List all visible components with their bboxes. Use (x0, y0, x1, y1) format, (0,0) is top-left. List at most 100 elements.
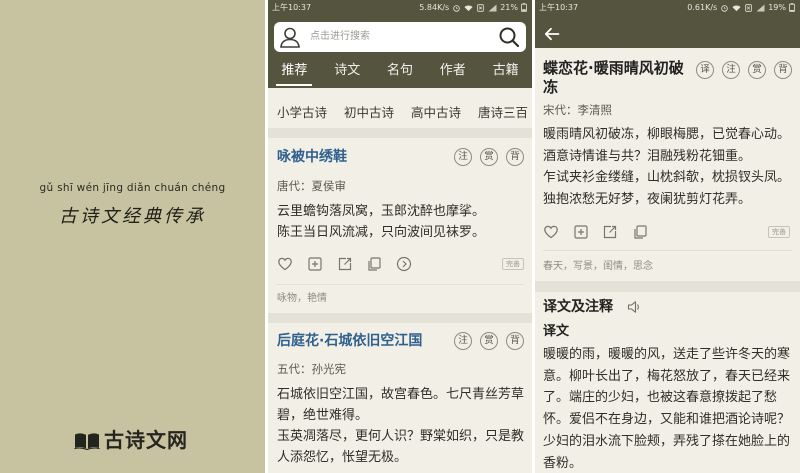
status-time: 上午10:37 (539, 3, 579, 12)
alarm-icon (452, 4, 461, 12)
section-separator (535, 281, 800, 292)
poem-tags[interactable]: 咏物，艳情 (277, 293, 327, 305)
slogan-pinyin: gǔ shī wén jīng diǎn chuán chéng (39, 182, 226, 194)
tab-label: 名句 (386, 63, 413, 78)
app-logo: 古诗文网 (74, 428, 188, 452)
search-placeholder[interactable]: 点击进行搜索 (310, 31, 370, 43)
share-icon[interactable] (602, 224, 618, 240)
detail-header: 上午10:37 0.61K/s 19% (535, 0, 800, 48)
status-bar: 上午10:37 0.61K/s 19% (535, 0, 800, 15)
signal-icon (756, 4, 765, 12)
slogan: 古诗文经典传承 (59, 206, 206, 227)
add-icon[interactable] (307, 256, 323, 272)
poem-line: 暖雨晴风初破冻，柳眼梅腮，已觉春心动。 (543, 127, 791, 142)
poem-body: 云里蟾钩落凤窝，玉郎沈醉也摩挲。 陈王当日风流减，只向波间见袜罗。 (277, 201, 527, 243)
heart-icon[interactable] (543, 224, 559, 240)
status-time: 上午10:37 (272, 3, 312, 12)
home-header: 上午10:37 5.84K/s 21% 点击进行搜索 推荐 诗文 名句 作者 古… (268, 0, 532, 88)
poem-tags[interactable]: 春天，写景，闺情，思念 (543, 261, 653, 273)
annotation-button[interactable]: 注 (722, 61, 740, 79)
poem-line: 酒意诗情谁与共？泪融残粉花钿重。 (543, 148, 752, 164)
tab-bar: 推荐 诗文 名句 作者 古籍 (268, 60, 532, 86)
splash-screen: gǔ shī wén jīng diǎn chuán chéng 古诗文经典传承… (0, 0, 265, 473)
translation-text: 暖暖的雨，暖暖的风，送走了些许冬天的寒意。柳叶长出了，梅花怒放了，春天已经来了。… (543, 347, 791, 471)
alarm-icon (720, 4, 729, 12)
poem-card[interactable]: 后庭花·石城依旧空江国 注 赏 背 五代：孙光宪 石城依旧空江国，故宫春色。七尺… (268, 323, 532, 473)
translation-heading: 译文 (543, 324, 570, 339)
speaker-icon[interactable] (627, 300, 641, 314)
network-speed: 0.61K/s (687, 3, 718, 12)
section-separator (268, 128, 532, 138)
home-screen: 上午10:37 5.84K/s 21% 点击进行搜索 推荐 诗文 名句 作者 古… (268, 0, 532, 473)
poem-line: 玉英凋落尽，更何人识？野棠如织，只是教人添怨忆，怅望无极。 (277, 429, 525, 465)
status-bar: 上午10:37 5.84K/s 21% (268, 0, 532, 15)
poem-title: 蝶恋花·暖雨晴风初破冻 (543, 59, 684, 96)
poem-title[interactable]: 咏被中绣鞋 (277, 148, 347, 166)
recite-button[interactable]: 背 (774, 61, 792, 79)
poem-line: 陈王当日风流减，只向波间见袜罗。 (277, 225, 486, 240)
poem-body: 暖雨晴风初破冻，柳眼梅腮，已觉春心动。 酒意诗情谁与共？泪融残粉花钿重。 乍试夹… (543, 124, 795, 210)
poem-author[interactable]: 五代：孙光宪 (277, 362, 346, 376)
battery-icon (789, 3, 795, 12)
section-title: 译文及注释 (543, 299, 613, 315)
annotation-button[interactable]: 注 (454, 332, 472, 350)
wifi-icon (732, 4, 741, 12)
logo-text: 古诗文网 (104, 428, 188, 452)
category-middle-school[interactable]: 初中古诗 (344, 105, 394, 121)
signal-icon (488, 4, 497, 12)
poem-detail-screen: 上午10:37 0.61K/s 19% 蝶恋花·暖雨晴风初破冻 译 注 赏 背 … (535, 0, 800, 473)
annotation-button[interactable]: 注 (454, 148, 472, 166)
more-icon[interactable] (396, 256, 412, 272)
poem-line: 乍试夹衫金缕缝，山枕斜欹，枕损钗头凤。 (543, 170, 791, 185)
back-arrow-icon[interactable] (544, 26, 560, 42)
appreciation-button[interactable]: 赏 (480, 332, 498, 350)
no-sim-icon (744, 3, 753, 12)
category-primary-school[interactable]: 小学古诗 (277, 105, 327, 121)
poem-author[interactable]: 宋代：李清照 (543, 103, 612, 117)
recite-button[interactable]: 背 (506, 332, 524, 350)
copy-icon[interactable] (366, 256, 382, 272)
search-icon[interactable] (497, 25, 521, 49)
wifi-icon (464, 4, 473, 12)
poem-card[interactable]: 咏被中绣鞋 注 赏 背 唐代：夏侯审 云里蟾钩落凤窝，玉郎沈醉也摩挲。 陈王当日… (268, 138, 532, 313)
tab-label: 古籍 (492, 63, 519, 78)
appreciation-button[interactable]: 赏 (480, 148, 498, 166)
section-separator (268, 313, 532, 323)
tab-famous-lines[interactable]: 名句 (374, 60, 427, 84)
recite-button[interactable]: 背 (506, 148, 524, 166)
category-high-school[interactable]: 高中古诗 (411, 105, 461, 121)
book-icon (74, 431, 100, 450)
tab-authors[interactable]: 作者 (426, 60, 479, 84)
poem-body: 石城依旧空江国，故宫春色。七尺青丝芳草碧，绝世难得。 玉英凋落尽，更何人识？野棠… (277, 384, 527, 468)
poem-author[interactable]: 唐代：夏侯审 (277, 179, 346, 193)
status-indicators: 5.84K/s 21% (419, 0, 527, 15)
tab-classics[interactable]: 古籍 (479, 60, 532, 84)
network-speed: 5.84K/s (419, 3, 450, 12)
no-sim-icon (476, 3, 485, 12)
improve-badge[interactable]: 完善 (768, 226, 790, 238)
appreciation-button[interactable]: 赏 (748, 61, 766, 79)
battery-level: 19% (768, 3, 786, 12)
status-indicators: 0.61K/s 19% (687, 0, 795, 15)
poem-line: 独抱浓愁无好梦，夜阑犹剪灯花弄。 (543, 191, 752, 207)
card-divider (543, 250, 792, 251)
battery-level: 21% (500, 3, 518, 12)
translation-button[interactable]: 译 (696, 61, 714, 79)
tab-label: 推荐 (281, 63, 308, 78)
tab-poems[interactable]: 诗文 (321, 60, 374, 84)
search-bar[interactable]: 点击进行搜索 (274, 22, 526, 52)
tab-recommended[interactable]: 推荐 (268, 60, 321, 86)
share-icon[interactable] (337, 256, 353, 272)
card-divider (276, 284, 524, 285)
poem-line: 云里蟾钩落凤窝，玉郎沈醉也摩挲。 (277, 204, 486, 219)
add-icon[interactable] (573, 224, 589, 240)
copy-icon[interactable] (632, 224, 648, 240)
heart-icon[interactable] (277, 256, 293, 272)
tab-label: 诗文 (334, 63, 361, 78)
category-tang-300[interactable]: 唐诗三百 (478, 105, 528, 121)
tab-underline (276, 84, 313, 86)
improve-badge[interactable]: 完善 (502, 258, 524, 270)
avatar-icon[interactable] (278, 25, 302, 49)
battery-icon (521, 3, 527, 12)
poem-title[interactable]: 后庭花·石城依旧空江国 (277, 332, 422, 350)
